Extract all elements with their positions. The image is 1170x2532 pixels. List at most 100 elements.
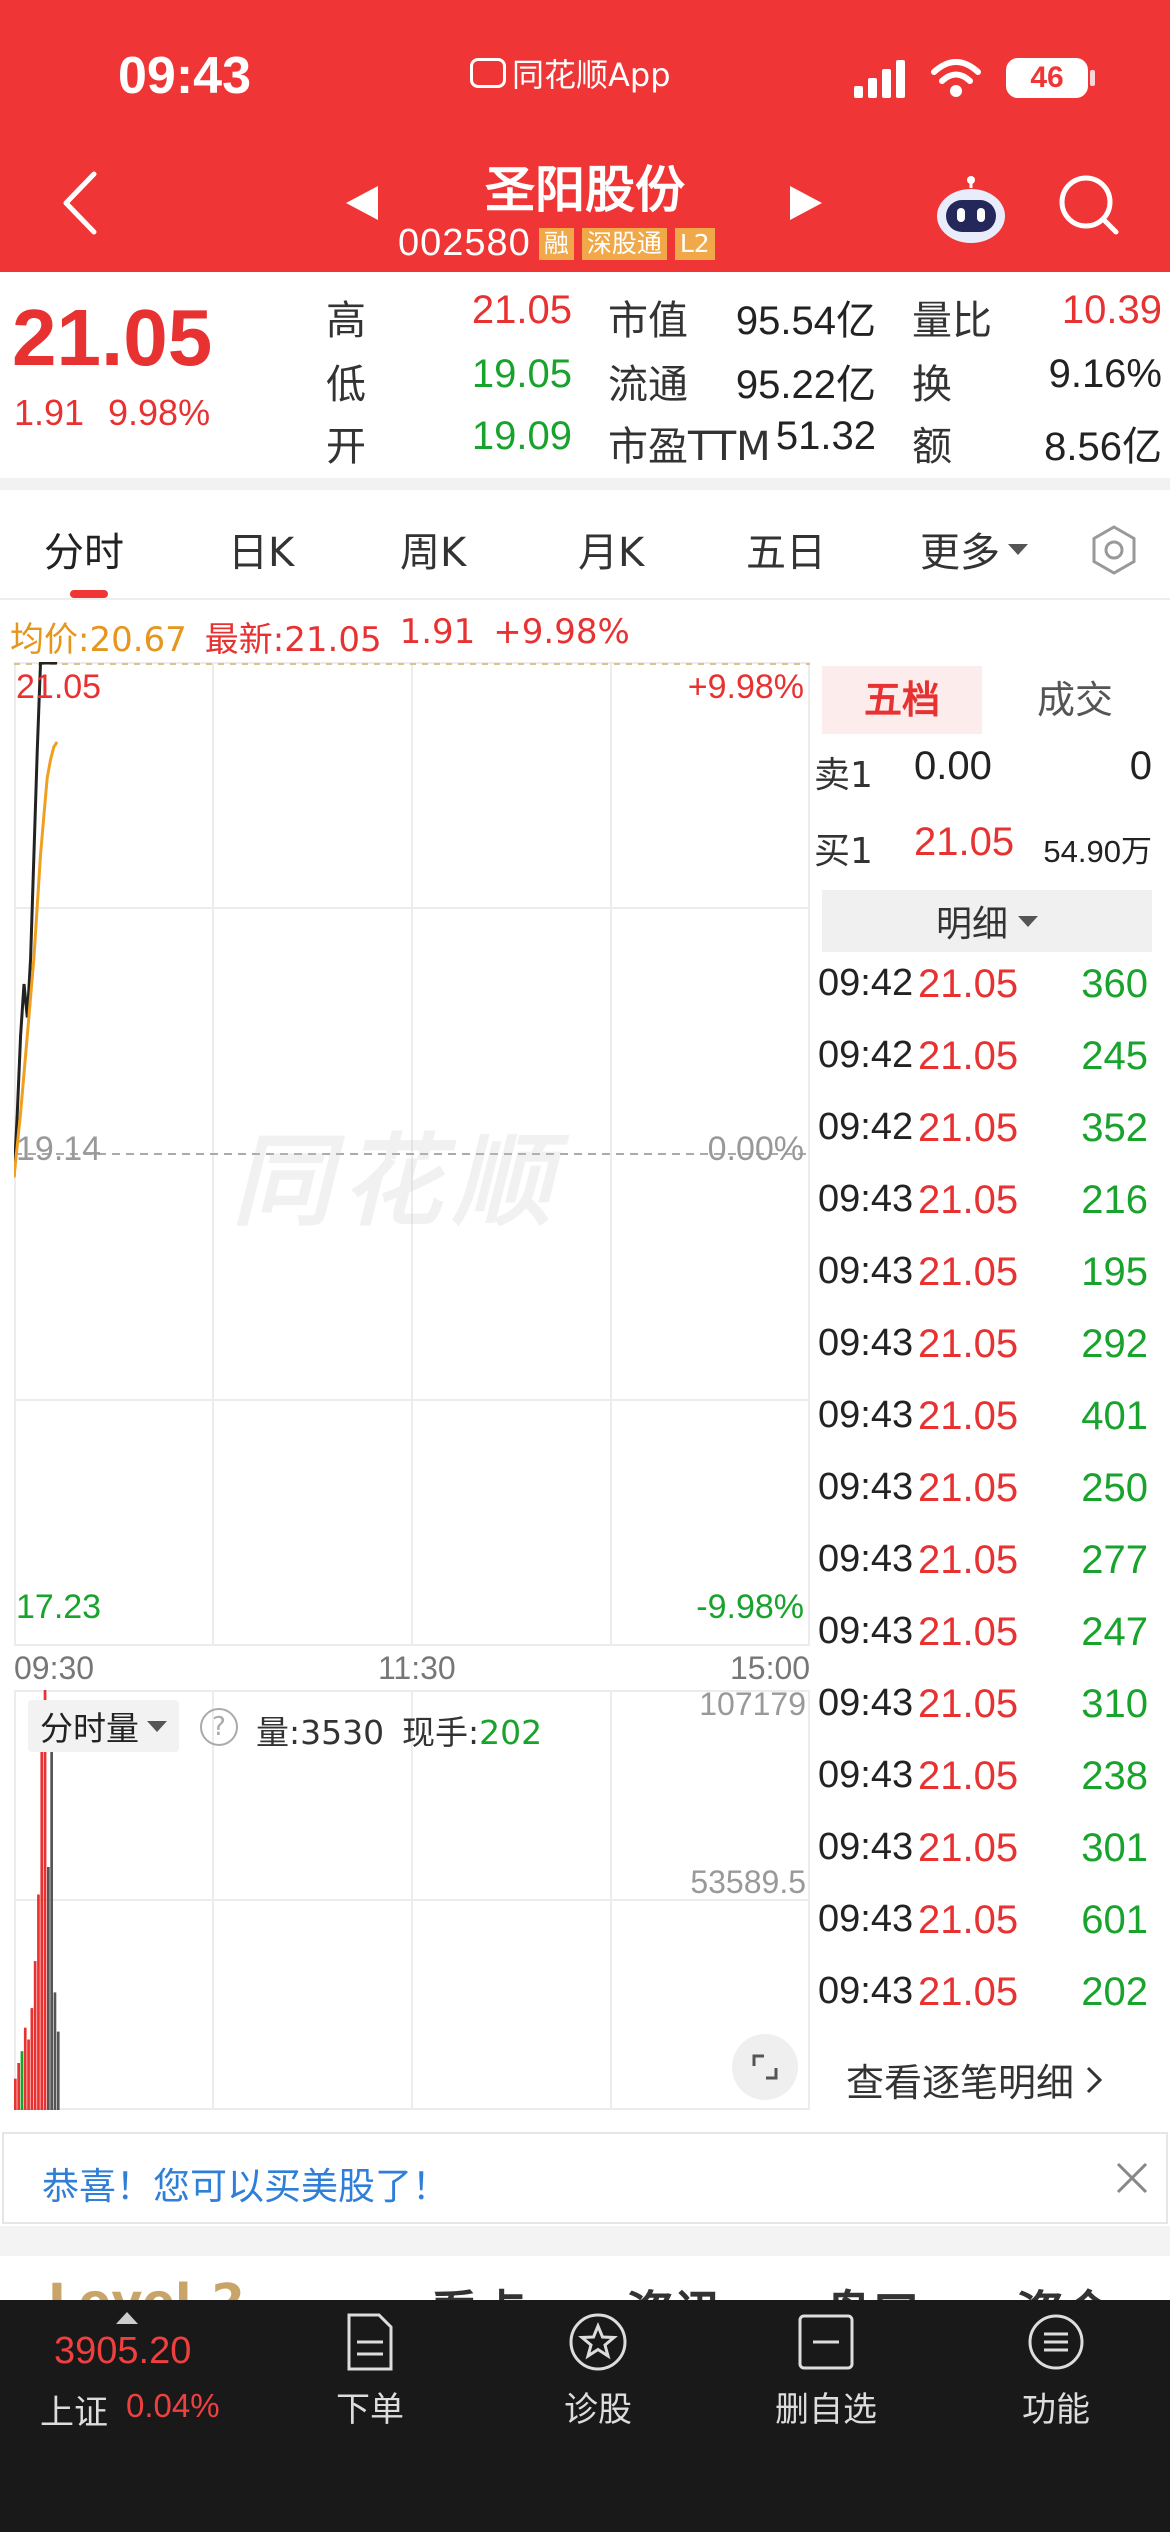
index-pct[interactable]: 0.04% <box>126 2387 220 2425</box>
tab-daily-k[interactable]: 日K <box>228 520 294 578</box>
search-icon[interactable] <box>1058 174 1122 238</box>
volume-bar <box>40 1737 44 2110</box>
detail-label: 明细 <box>935 904 1008 945</box>
tab-intraday[interactable]: 分时 <box>44 520 124 578</box>
index-value[interactable]: 3905.20 <box>54 2330 191 2373</box>
back-arrow-icon[interactable] <box>60 170 100 236</box>
buy1-label: 买1 <box>814 831 873 872</box>
help-icon[interactable]: ? <box>200 1708 238 1746</box>
buy1-price: 21.05 <box>914 820 1015 864</box>
chevron-down-icon <box>1018 915 1038 927</box>
robot-assistant-icon[interactable] <box>934 176 1008 246</box>
tick-time: 09:43 <box>818 1754 914 1796</box>
nav-remove-watchlist[interactable]: 删自选 <box>756 2312 896 2431</box>
menu-circle-icon <box>1028 2314 1084 2370</box>
volume-type-select[interactable]: 分时量 <box>28 1700 179 1752</box>
buy1-volume: 54.90万 <box>1043 834 1152 869</box>
tick-volume: 238 <box>1081 1754 1148 1798</box>
close-icon[interactable] <box>1112 2158 1152 2198</box>
tick-time: 09:43 <box>818 1178 914 1220</box>
view-all-label: 查看逐笔明细 <box>846 2061 1075 2105</box>
tab-weekly-k[interactable]: 周K <box>400 520 466 578</box>
chart-settings-icon[interactable] <box>1088 524 1140 576</box>
tick-row: 09:43 21.05 250 <box>818 1466 1152 1538</box>
axis-right-mid: 0.00% <box>707 1130 804 1168</box>
axis-left-mid: 19.14 <box>16 1130 102 1168</box>
next-stock-arrow-icon[interactable] <box>790 186 822 220</box>
tick-time: 09:43 <box>818 1898 914 1940</box>
tab-five-day[interactable]: 五日 <box>746 520 826 578</box>
tab-monthly-k[interactable]: 月K <box>578 520 644 578</box>
nav-functions[interactable]: 功能 <box>986 2312 1126 2431</box>
tick-row: 09:43 21.05 401 <box>818 1394 1152 1466</box>
tick-row: 09:43 21.05 292 <box>818 1322 1152 1394</box>
tick-volume: 250 <box>1081 1466 1148 1510</box>
label-low: 低 <box>326 362 366 408</box>
label-open: 开 <box>326 424 366 470</box>
nav-place-order[interactable]: 下单 <box>300 2312 440 2431</box>
label-volume-ratio: 量比 <box>912 298 992 344</box>
label-high: 高 <box>326 298 366 344</box>
peek-tab-level2[interactable]: Level-2 <box>48 2274 245 2302</box>
volume-bar <box>50 1702 53 2110</box>
tick-row: 09:42 21.05 245 <box>818 1034 1152 1106</box>
tick-time: 09:43 <box>818 1394 914 1436</box>
current-hand-label: 现手: <box>402 1713 480 1752</box>
diagnose-star-icon <box>569 2313 627 2371</box>
expand-up-icon[interactable] <box>116 2312 138 2324</box>
fullscreen-button[interactable] <box>732 2034 798 2100</box>
label-float-cap: 流通 <box>608 362 688 408</box>
peek-tab-news[interactable]: 资讯 <box>626 2274 722 2302</box>
banner-text[interactable]: 恭喜！您可以买美股了！ <box>42 2156 449 2210</box>
detail-select[interactable]: 明细 <box>822 890 1152 952</box>
volume-bar <box>53 1992 57 2110</box>
tick-price: 21.05 <box>918 1106 1019 1150</box>
tab-order-book[interactable]: 五档 <box>822 666 982 734</box>
notice-banner[interactable]: 恭喜！您可以买美股了！ <box>2 2132 1168 2224</box>
tick-volume: 292 <box>1081 1322 1148 1366</box>
tick-time: 09:43 <box>818 1826 914 1868</box>
peek-tab-highlights[interactable]: 看点 <box>430 2274 526 2302</box>
tick-price: 21.05 <box>918 962 1019 1006</box>
prev-stock-arrow-icon[interactable] <box>346 186 378 220</box>
view-all-ticks-link[interactable]: 查看逐笔明细 <box>846 2052 1104 2107</box>
nav-diagnose[interactable]: 诊股 <box>528 2312 668 2431</box>
chevron-right-icon <box>1086 2066 1103 2093</box>
tick-time: 09:43 <box>818 1538 914 1580</box>
axis-right-top: +9.98% <box>687 668 804 706</box>
app-name: 同花顺App <box>512 56 671 94</box>
tab-trades[interactable]: 成交 <box>1000 666 1150 734</box>
tick-price: 21.05 <box>918 1250 1019 1294</box>
peek-tab-handicap[interactable]: 盘口 <box>824 2274 920 2302</box>
axis-left-top: 21.05 <box>16 668 102 706</box>
tick-price: 21.05 <box>918 1826 1019 1870</box>
chevron-down-icon <box>147 1720 167 1732</box>
value-open: 19.09 <box>471 414 572 458</box>
watermark: 同花顺 <box>232 1123 562 1240</box>
tick-price: 21.05 <box>918 1898 1019 1942</box>
header-bar: 09:43 同花顺App 46 圣阳股份 002580 融 深股通 L2 <box>0 0 1170 272</box>
tick-volume: 352 <box>1081 1106 1148 1150</box>
nav-functions-label: 功能 <box>1022 2390 1090 2430</box>
tick-time: 09:42 <box>818 1106 914 1148</box>
tick-row: 09:43 21.05 238 <box>818 1754 1152 1826</box>
tick-volume: 601 <box>1081 1898 1148 1942</box>
index-name[interactable]: 上证 <box>40 2385 108 2434</box>
chevron-down-icon <box>1008 543 1028 555</box>
quote-panel: 21.05 1.91 9.98% 高 21.05 低 19.05 开 19.09… <box>0 272 1170 482</box>
tick-price: 21.05 <box>918 1034 1019 1078</box>
label-turnover: 换 <box>912 362 952 408</box>
chart-tabs: 分时 日K 周K 月K 五日 更多 <box>0 490 1170 600</box>
current-volume: 量:3530 <box>256 1713 385 1752</box>
app-logo-icon <box>470 58 506 88</box>
tick-volume: 195 <box>1081 1250 1148 1294</box>
app-indicator: 同花顺App <box>470 50 671 96</box>
volume-bar <box>27 2039 30 2110</box>
nav-place-order-label: 下单 <box>336 2390 404 2430</box>
tick-time: 09:43 <box>818 1682 914 1724</box>
tab-more[interactable]: 更多 <box>920 520 1028 578</box>
peek-tab-funds[interactable]: 资金 <box>1016 2274 1112 2302</box>
avg-price: 均价:20.67 <box>10 620 187 660</box>
last-price: 21.05 <box>12 293 213 382</box>
status-time: 09:43 <box>118 47 251 105</box>
